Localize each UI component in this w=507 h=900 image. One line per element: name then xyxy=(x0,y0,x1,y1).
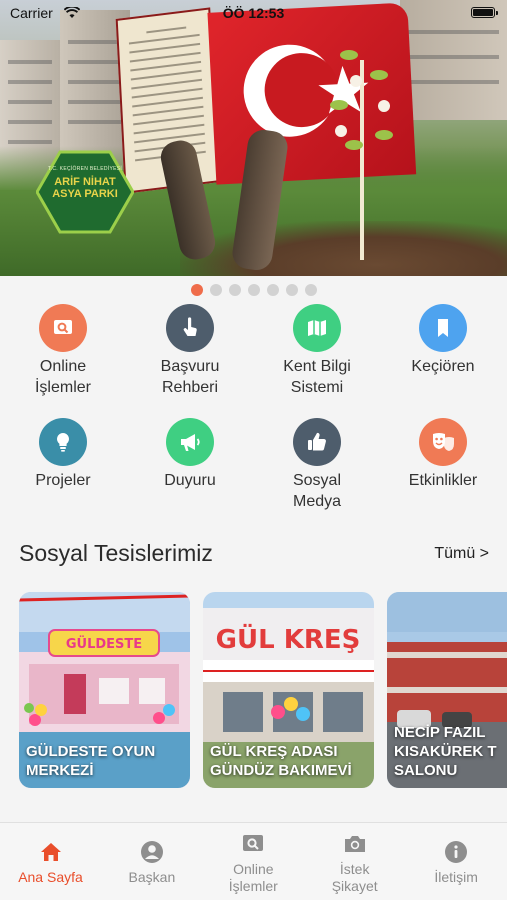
tab-label: İletişim xyxy=(434,869,478,885)
quick-link-label: Kent Bilgi Sistemi xyxy=(283,358,351,396)
carousel-dot[interactable] xyxy=(247,284,260,296)
tab-label: Başkan xyxy=(128,869,176,885)
carousel-dot[interactable] xyxy=(304,284,317,296)
section-title: Sosyal Tesislerimiz xyxy=(19,540,213,566)
badge-municipality-text: T.C. KEÇİÖREN BELEDİYESİ xyxy=(47,166,123,172)
carousel-pagination[interactable] xyxy=(0,284,507,296)
see-all-link[interactable]: Tümü > xyxy=(434,545,489,563)
quick-link-label: Online İşlemler xyxy=(34,358,91,396)
tab-user-circle[interactable]: Başkan xyxy=(101,823,202,900)
tab-label: İstek Şikayet xyxy=(331,861,378,894)
quick-link-label: Sosyal Medya xyxy=(292,472,342,510)
quick-link-label: Projeler xyxy=(35,472,91,489)
facilities-carousel[interactable]: GÜLDESTE GÜLDESTE OYUN MERKEZİ GÜL KREŞ … xyxy=(19,592,507,788)
carousel-dot[interactable] xyxy=(285,284,298,296)
quick-link-thumbs-up[interactable]: Sosyal Medya xyxy=(254,418,380,512)
user-circle-icon xyxy=(139,839,165,865)
carousel-dot[interactable] xyxy=(190,284,203,296)
search-icon xyxy=(39,304,87,352)
quick-link-label: Etkinlikler xyxy=(408,472,478,489)
quick-link-label: Duyuru xyxy=(164,472,216,489)
tab-label: Online İşlemler xyxy=(228,861,278,894)
carousel-dot[interactable] xyxy=(209,284,222,296)
quick-link-lightbulb[interactable]: Projeler xyxy=(0,418,126,491)
tab-label: Ana Sayfa xyxy=(18,869,83,885)
status-bar: Carrier ÖÖ 12:53 xyxy=(0,0,507,24)
megaphone-icon xyxy=(166,418,214,466)
quick-link-label: Keçiören xyxy=(411,358,475,375)
home-icon xyxy=(38,839,64,865)
info-icon xyxy=(443,839,469,865)
bookmark-icon xyxy=(419,304,467,352)
lightbulb-icon xyxy=(39,418,87,466)
quick-link-theater-masks[interactable]: Etkinlikler xyxy=(380,418,506,491)
facility-card-title: GÜLDESTE OYUN MERKEZİ xyxy=(26,743,156,779)
search-icon xyxy=(240,831,266,857)
facility-sign: GÜLDESTE xyxy=(66,636,142,652)
theater-masks-icon xyxy=(419,418,467,466)
facility-card[interactable]: GÜLDESTE GÜLDESTE OYUN MERKEZİ xyxy=(19,592,190,788)
hero-banner[interactable]: T.C. KEÇİÖREN BELEDİYESİ ARİF NİHAT ASYA… xyxy=(0,0,507,276)
tab-search[interactable]: Online İşlemler xyxy=(203,823,304,900)
clock: ÖÖ 12:53 xyxy=(222,5,285,21)
hand-pointer-icon xyxy=(166,304,214,352)
facility-card[interactable]: GÜL KREŞ GÜL KREŞ ADASI GÜNDÜZ BAKIMEVİ xyxy=(203,592,374,788)
facility-card[interactable]: NECİP FAZIL KISAKÜREK T SALONU xyxy=(387,592,507,788)
facility-sign: GÜL KREŞ xyxy=(216,622,361,655)
tab-home[interactable]: Ana Sayfa xyxy=(0,823,101,900)
facility-card-title: NECİP FAZIL KISAKÜREK T SALONU xyxy=(394,724,497,779)
bronze-hands-statue xyxy=(157,120,310,273)
carousel-dot[interactable] xyxy=(228,284,241,296)
battery-icon xyxy=(471,7,498,18)
carousel-dot[interactable] xyxy=(266,284,279,296)
thumbs-up-icon xyxy=(293,418,341,466)
quick-link-search[interactable]: Online İşlemler xyxy=(0,304,126,398)
quick-link-bookmark[interactable]: Keçiören xyxy=(380,304,506,377)
quick-link-hand-pointer[interactable]: Başvuru Rehberi xyxy=(127,304,253,398)
tab-info[interactable]: İletişim xyxy=(406,823,507,900)
quick-link-label: Başvuru Rehberi xyxy=(160,358,220,396)
quick-link-megaphone[interactable]: Duyuru xyxy=(127,418,253,491)
park-logo-badge: T.C. KEÇİÖREN BELEDİYESİ ARİF NİHAT ASYA… xyxy=(36,150,134,234)
badge-park-name: ARİF NİHAT ASYA PARKI xyxy=(52,176,118,200)
flowering-plant xyxy=(320,30,410,260)
map-icon xyxy=(293,304,341,352)
camera-icon xyxy=(342,831,368,857)
bottom-tab-bar: Ana Sayfa Başkan Online İşlemler İstek Şika… xyxy=(0,822,507,900)
facility-card-title: GÜL KREŞ ADASI GÜNDÜZ BAKIMEVİ xyxy=(210,743,352,779)
tab-camera[interactable]: İstek Şikayet xyxy=(304,823,405,900)
quick-link-map[interactable]: Kent Bilgi Sistemi xyxy=(254,304,380,398)
